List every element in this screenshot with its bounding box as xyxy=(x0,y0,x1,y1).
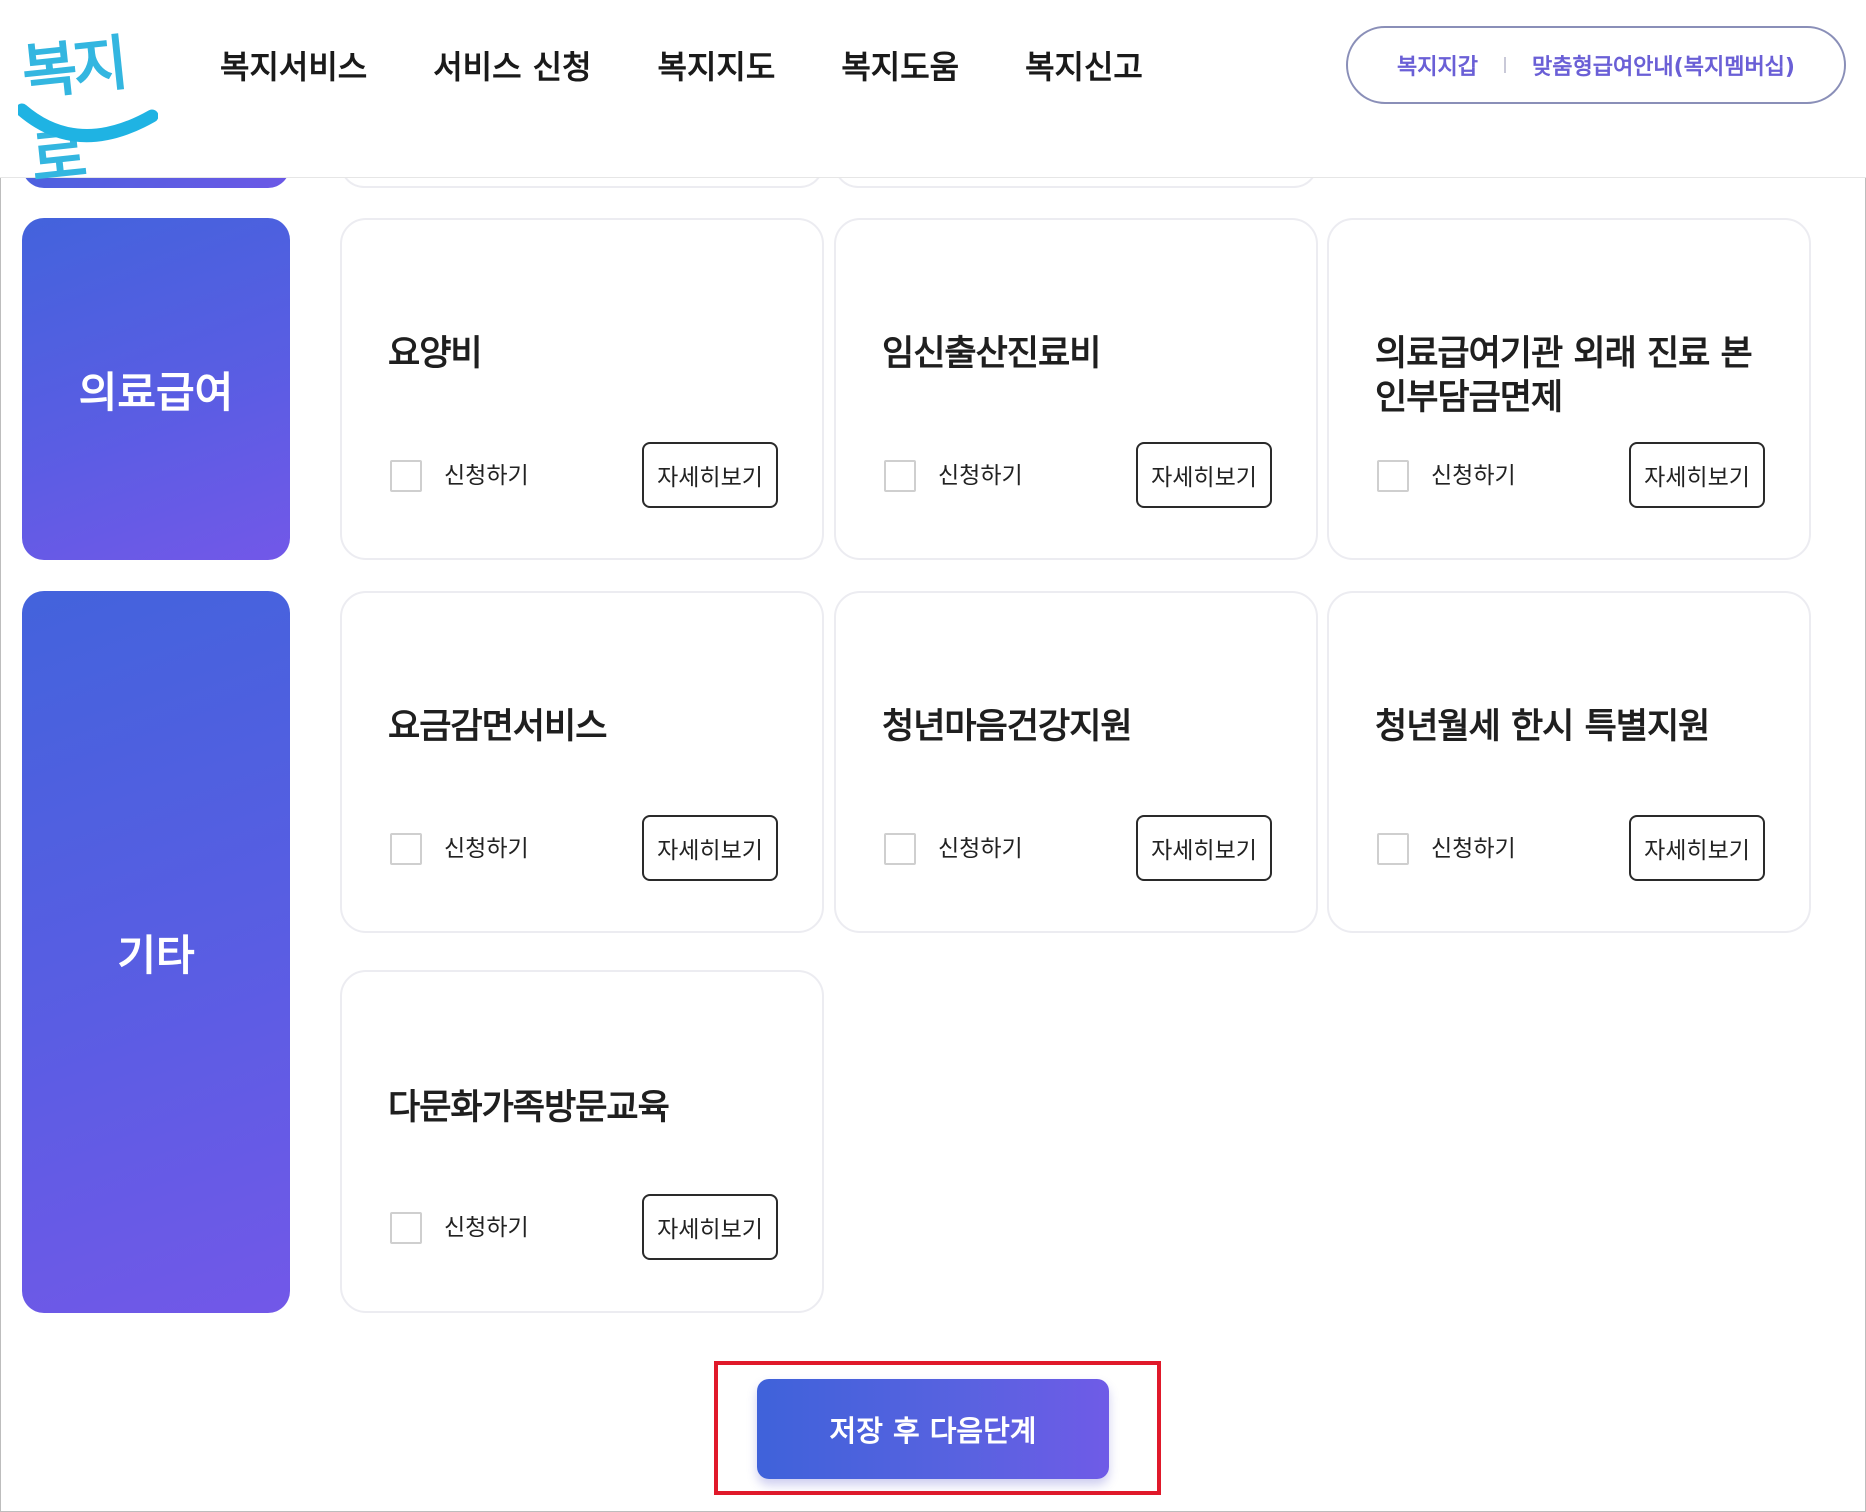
main-nav: 복지서비스 서비스 신청 복지지도 복지도움 복지신고 xyxy=(220,42,1209,88)
apply-checkbox[interactable] xyxy=(884,460,916,492)
category-label: 의료급여 xyxy=(78,367,234,417)
save-and-next-button[interactable]: 저장 후 다음단계 xyxy=(757,1379,1109,1479)
detail-button[interactable]: 자세히보기 xyxy=(1136,815,1272,881)
detail-button[interactable]: 자세히보기 xyxy=(642,1194,778,1260)
util-divider xyxy=(1503,57,1506,73)
service-card: 요양비 신청하기 자세히보기 xyxy=(340,218,824,560)
apply-checkbox[interactable] xyxy=(884,833,916,865)
service-title: 요양비 xyxy=(388,334,483,374)
service-card: 다문화가족방문교육 신청하기 자세히보기 xyxy=(340,970,824,1313)
detail-button[interactable]: 자세히보기 xyxy=(642,442,778,508)
apply-checkbox[interactable] xyxy=(1377,833,1409,865)
apply-label[interactable]: 신청하기 xyxy=(1431,460,1516,492)
apply-label[interactable]: 신청하기 xyxy=(444,1212,529,1244)
service-card: 청년마음건강지원 신청하기 자세히보기 xyxy=(834,591,1318,933)
category-medical-aid: 의료급여 xyxy=(22,218,290,560)
detail-button[interactable]: 자세히보기 xyxy=(642,815,778,881)
welfare-membership-link[interactable]: 맞춤형급여안내(복지멤버십) xyxy=(1532,49,1795,81)
apply-label[interactable]: 신청하기 xyxy=(1431,833,1516,865)
service-card: 의료급여기관 외래 진료 본인부담금면제 신청하기 자세히보기 xyxy=(1327,218,1811,560)
nav-welfare-service[interactable]: 복지서비스 xyxy=(220,42,367,88)
apply-checkbox[interactable] xyxy=(390,833,422,865)
service-card: 청년월세 한시 특별지원 신청하기 자세히보기 xyxy=(1327,591,1811,933)
apply-checkbox[interactable] xyxy=(1377,460,1409,492)
apply-checkbox[interactable] xyxy=(390,460,422,492)
apply-label[interactable]: 신청하기 xyxy=(938,460,1023,492)
category-label: 기타 xyxy=(117,930,195,980)
apply-label[interactable]: 신청하기 xyxy=(938,833,1023,865)
service-title: 청년마음건강지원 xyxy=(882,707,1133,747)
service-card: 요금감면서비스 신청하기 자세히보기 xyxy=(340,591,824,933)
service-title: 의료급여기관 외래 진료 본인부담금면제 xyxy=(1375,334,1753,418)
detail-button[interactable]: 자세히보기 xyxy=(1629,442,1765,508)
apply-label[interactable]: 신청하기 xyxy=(444,460,529,492)
service-title: 요금감면서비스 xyxy=(388,707,607,747)
detail-button[interactable]: 자세히보기 xyxy=(1136,442,1272,508)
apply-label[interactable]: 신청하기 xyxy=(444,833,529,865)
apply-checkbox[interactable] xyxy=(390,1212,422,1244)
logo-smile-icon xyxy=(18,103,158,143)
category-etc: 기타 xyxy=(22,591,290,1313)
nav-welfare-map[interactable]: 복지지도 xyxy=(658,42,776,88)
nav-welfare-report[interactable]: 복지신고 xyxy=(1025,42,1143,88)
service-title: 다문화가족방문교육 xyxy=(388,1088,670,1128)
service-title: 청년월세 한시 특별지원 xyxy=(1375,707,1710,747)
nav-service-apply[interactable]: 서비스 신청 xyxy=(433,42,591,88)
site-header: 복지로 복지서비스 서비스 신청 복지지도 복지도움 복지신고 복지지갑 맞춤형… xyxy=(0,0,1866,195)
nav-welfare-help[interactable]: 복지도움 xyxy=(841,42,959,88)
service-title: 임신출산진료비 xyxy=(882,334,1101,374)
service-card: 임신출산진료비 신청하기 자세히보기 xyxy=(834,218,1318,560)
welfare-wallet-link[interactable]: 복지지갑 xyxy=(1397,49,1478,81)
detail-button[interactable]: 자세히보기 xyxy=(1629,815,1765,881)
utility-links: 복지지갑 맞춤형급여안내(복지멤버십) xyxy=(1346,26,1846,104)
bokjiro-logo[interactable]: 복지로 xyxy=(18,18,158,195)
